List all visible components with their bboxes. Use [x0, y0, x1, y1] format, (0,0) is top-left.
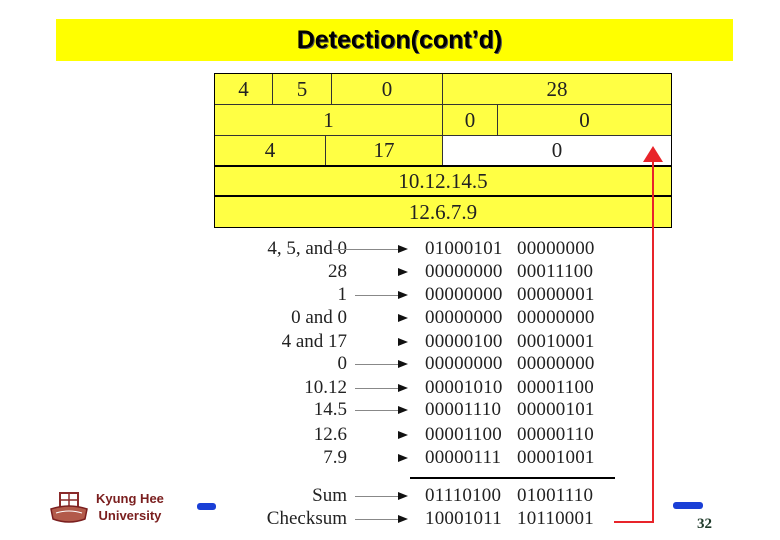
header-cell: 28 — [546, 76, 568, 101]
arrow-right-icon — [398, 384, 408, 392]
header-cell: 5 — [273, 74, 332, 104]
university-line1: Kyung Hee — [96, 491, 164, 506]
binary-word: 01110100 01001110 — [425, 485, 609, 507]
university-line2: University — [98, 508, 162, 523]
source-ip-cell: 10.12.14.5 — [398, 168, 488, 193]
low-byte: 00011100 — [517, 261, 594, 282]
binary-word: 00001110 00000101 — [425, 399, 609, 421]
header-cell: 1 — [215, 105, 443, 135]
row-label: 1 — [337, 284, 348, 305]
checksum-arrow-line — [614, 521, 654, 523]
sum-divider — [410, 477, 615, 479]
arrow-line — [355, 295, 398, 296]
row-label: 0 and 0 — [291, 307, 347, 328]
checksum-arrow-line — [652, 160, 654, 522]
binary-word: 01000101 00000000 — [425, 238, 609, 260]
low-byte: 01001110 — [517, 485, 594, 506]
destination-ip-cell: 12.6.7.9 — [408, 199, 478, 224]
header-cell: 0 — [579, 107, 590, 132]
low-byte: 00001001 — [517, 447, 595, 468]
binary-word: 00000100 00010001 — [425, 331, 609, 353]
slide-title: Detection(cont’d) — [296, 25, 503, 54]
low-byte: 00000101 — [517, 399, 595, 420]
arrow-line — [333, 249, 398, 250]
binary-word: 10001011 10110001 — [425, 508, 609, 530]
header-row: 12.6.7.9 — [215, 197, 671, 227]
low-byte: 10110001 — [517, 508, 594, 529]
high-byte: 01110100 — [425, 485, 502, 506]
binary-word: 00001100 00000110 — [425, 424, 609, 446]
checksum-field-cell: 0 — [443, 136, 671, 165]
low-byte: 00001100 — [517, 377, 594, 398]
header-cell: 0 — [443, 105, 498, 135]
header-row: 4 17 0 — [215, 136, 671, 167]
accent-dash — [673, 502, 703, 509]
high-byte: 00000000 — [425, 353, 503, 374]
binary-word: 00000000 00000000 — [425, 353, 609, 375]
accent-dash — [197, 503, 216, 510]
high-byte: 00000000 — [425, 261, 503, 282]
binary-word: 00000000 00000000 — [425, 307, 609, 329]
arrow-line — [355, 496, 398, 497]
arrow-right-icon — [398, 406, 408, 414]
row-label: 0 — [337, 353, 348, 374]
arrow-right-icon — [398, 291, 408, 299]
binary-word: 00001010 00001100 — [425, 377, 609, 399]
header-cell: 4 — [215, 136, 326, 165]
high-byte: 00001110 — [425, 399, 502, 420]
header-row: 10.12.14.5 — [215, 167, 671, 197]
row-label: 28 — [328, 261, 347, 282]
row-label: 4 and 17 — [281, 331, 347, 352]
low-byte: 00000000 — [517, 353, 595, 374]
row-label: Sum — [312, 485, 347, 506]
arrow-right-icon — [398, 338, 408, 346]
row-label: 10.12 — [304, 377, 347, 398]
university-name: Kyung Hee University — [96, 490, 164, 524]
arrow-right-icon — [398, 492, 408, 500]
high-byte: 00000000 — [425, 307, 503, 328]
low-byte: 00000110 — [517, 424, 594, 445]
arrow-line — [355, 410, 398, 411]
title-bar: Detection(cont’d) — [56, 19, 733, 61]
arrow-line — [355, 388, 398, 389]
header-row: 4 5 0 28 — [215, 74, 671, 105]
arrow-right-icon — [398, 454, 408, 462]
udp-pseudo-header-table: 4 5 0 28 1 0 0 4 17 0 10.12.14.5 12.6.7.… — [214, 73, 672, 228]
row-label: 14.5 — [313, 399, 347, 420]
row-label: 4, 5, and 0 — [267, 238, 347, 259]
low-byte: 00000001 — [517, 284, 595, 305]
high-byte: 01000101 — [425, 238, 503, 259]
page-number: 32 — [697, 516, 712, 532]
high-byte: 00001010 — [425, 377, 503, 398]
arrow-right-icon — [398, 515, 408, 523]
arrow-line — [355, 364, 398, 365]
low-byte: 00000000 — [517, 307, 595, 328]
high-byte: 00000000 — [425, 284, 503, 305]
high-byte: 00001100 — [425, 424, 502, 445]
header-cell: 17 — [326, 136, 443, 165]
arrow-right-icon — [398, 245, 408, 253]
high-byte: 10001011 — [425, 508, 502, 529]
arrow-right-icon — [398, 360, 408, 368]
low-byte: 00010001 — [517, 331, 595, 352]
header-row: 1 0 0 — [215, 105, 671, 136]
arrow-right-icon — [398, 431, 408, 439]
binary-word: 00000000 00011100 — [425, 261, 609, 283]
high-byte: 00000111 — [425, 447, 502, 468]
arrow-right-icon — [398, 268, 408, 276]
header-cell: 0 — [332, 74, 443, 104]
row-label: 12.6 — [313, 424, 347, 445]
high-byte: 00000100 — [425, 331, 503, 352]
arrow-line — [355, 519, 398, 520]
header-cell: 4 — [215, 74, 273, 104]
arrow-right-icon — [398, 314, 408, 322]
row-label: Checksum — [266, 508, 347, 529]
binary-word: 00000111 00001001 — [425, 447, 609, 469]
arrow-up-icon — [643, 146, 663, 162]
binary-word: 00000000 00000001 — [425, 284, 609, 306]
university-seal-icon — [50, 492, 88, 523]
low-byte: 00000000 — [517, 238, 595, 259]
row-label: 7.9 — [323, 447, 347, 468]
